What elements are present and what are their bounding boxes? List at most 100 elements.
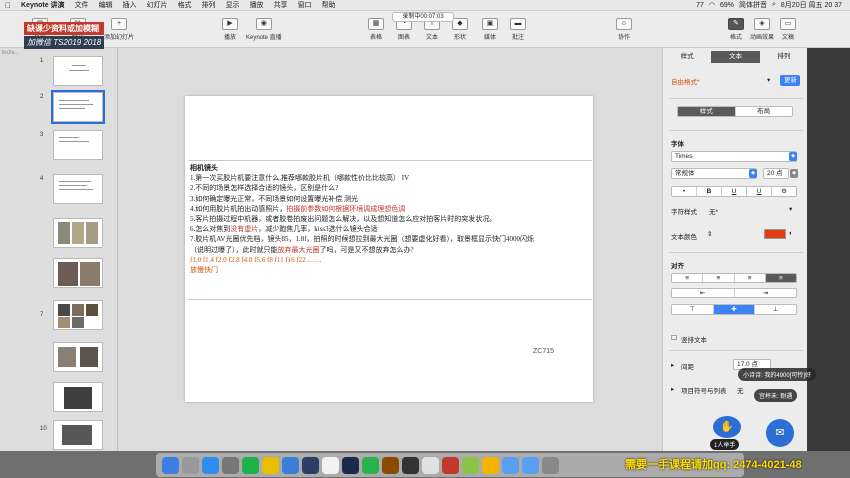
chrome-icon[interactable] [422, 456, 439, 474]
safari-icon[interactable] [282, 456, 299, 474]
slide-thumbnail-selected[interactable] [51, 90, 105, 124]
tab-style[interactable]: 样式 [663, 51, 711, 63]
finder-icon[interactable] [162, 456, 179, 474]
menu-help[interactable]: 帮助 [317, 0, 341, 10]
font-family-select[interactable]: Times [671, 151, 797, 162]
raise-hand-icon[interactable]: ✋ [713, 416, 741, 438]
search-icon[interactable]: ⌕ [772, 1, 776, 9]
font-weight-select[interactable]: 常规体 [671, 168, 757, 179]
menu-app-name[interactable]: Keynote 讲演 [16, 0, 70, 10]
slide-thumbnail[interactable] [53, 218, 103, 248]
disclosure-icon[interactable]: ▸ [671, 385, 674, 393]
menu-play[interactable]: 播放 [245, 0, 269, 10]
justify-icon[interactable]: ≡ [765, 274, 796, 282]
slide-text-box[interactable]: 相机镜头 1.第一次买胶片机要注意什么,推荐哪款胶片机（哪款性价比比较高） IV… [188, 160, 592, 300]
datetime[interactable]: 8月20日 周五 20 37 [781, 0, 842, 10]
slide-thumbnail[interactable] [53, 56, 103, 86]
align-bottom-icon[interactable]: ⊥ [755, 305, 796, 314]
media-button[interactable]: ▣ 媒体 [482, 18, 498, 41]
slide-thumbnail[interactable] [53, 174, 103, 204]
vertical-text-checkbox[interactable]: ☐ [671, 334, 677, 342]
slide[interactable]: 相机镜头 1.第一次买胶片机要注意什么,推荐哪款胶片机（哪款性价比比较高） IV… [185, 96, 593, 402]
align-right-icon[interactable]: ≡ [735, 274, 766, 282]
slide-thumbnail[interactable] [53, 420, 103, 450]
paragraph-style[interactable]: 自由格式* [671, 76, 700, 86]
align-top-icon[interactable]: ⊤ [672, 305, 714, 314]
update-button[interactable]: 更新 [780, 75, 800, 86]
outdent-icon[interactable]: ⇤ [672, 289, 735, 297]
video-app-icon[interactable] [262, 456, 279, 474]
menu-format[interactable]: 格式 [173, 0, 197, 10]
format-button[interactable]: ✎ 格式 [728, 18, 744, 41]
document-button[interactable]: ▭ 文稿 [780, 18, 796, 41]
tab-text[interactable]: 文本 [711, 51, 760, 63]
menu-edit[interactable]: 编辑 [94, 0, 118, 10]
align-center-icon[interactable]: ≡ [703, 274, 735, 282]
wps-icon[interactable] [442, 456, 459, 474]
font-size-stepper[interactable]: ◆ [790, 169, 798, 178]
slide-thumbnail[interactable] [53, 382, 103, 412]
table-button[interactable]: ▦ 表格 [368, 18, 384, 41]
apple-icon[interactable]:  [0, 1, 16, 10]
chat-icon[interactable]: ✉ [766, 419, 794, 447]
app-icon[interactable] [462, 456, 479, 474]
font-family-stepper[interactable]: ◆ [789, 152, 797, 161]
disclosure-icon[interactable]: ▸ [671, 361, 674, 369]
slide-thumbnail[interactable] [53, 342, 103, 372]
menu-view[interactable]: 显示 [221, 0, 245, 10]
color-wheel-icon[interactable]: ◐ [789, 230, 793, 237]
menu-window[interactable]: 窗口 [293, 0, 317, 10]
animate-button[interactable]: ◈ 动画效果 [750, 18, 774, 41]
chevron-down-icon[interactable]: ▾ [789, 205, 792, 213]
trash-icon[interactable] [542, 456, 559, 474]
menu-insert[interactable]: 插入 [118, 0, 142, 10]
display-icon[interactable] [402, 456, 419, 474]
text-color-swatch[interactable] [764, 229, 786, 239]
slide-thumbnail[interactable] [53, 258, 103, 288]
chevron-down-icon[interactable]: ▾ [767, 76, 770, 84]
bridge-icon[interactable] [382, 456, 399, 474]
play-button[interactable]: ▶ 播放 [222, 18, 238, 41]
wifi-icon[interactable]: ◠ [709, 1, 715, 9]
keynote-live-button[interactable]: ◉ Keynote 直播 [246, 18, 282, 41]
menu-file[interactable]: 文件 [70, 0, 94, 10]
folder-icon[interactable] [522, 456, 539, 474]
gear-icon[interactable]: ⚙ [772, 187, 796, 196]
slide-thumbnail[interactable] [53, 300, 103, 330]
align-left-icon[interactable]: ≡ [672, 274, 704, 282]
lightroom-icon[interactable] [302, 456, 319, 474]
app-store-icon[interactable] [202, 456, 219, 474]
slide-thumbnail[interactable] [53, 130, 103, 160]
stepper-icon[interactable]: ⇕ [707, 230, 712, 238]
notification-badge[interactable]: 77 [696, 2, 704, 9]
launchpad-icon[interactable] [182, 456, 199, 474]
settings-icon[interactable] [222, 456, 239, 474]
photos-icon[interactable] [322, 456, 339, 474]
menu-arrange[interactable]: 排列 [197, 0, 221, 10]
char-style-value[interactable]: 无* [709, 206, 718, 216]
photoshop-icon[interactable] [342, 456, 359, 474]
font-weight-stepper[interactable]: ◆ [749, 169, 757, 178]
align-middle-icon[interactable]: ✚ [713, 305, 756, 314]
folder-icon[interactable] [502, 456, 519, 474]
comment-button[interactable]: ▬ 批注 [510, 18, 526, 41]
indent-icon[interactable]: ⇥ [735, 289, 797, 297]
shape-button[interactable]: ◆ 形状 [452, 18, 468, 41]
tab-arrange[interactable]: 排列 [760, 51, 807, 63]
add-slide-button[interactable]: + 添加幻灯片 [104, 18, 134, 41]
font-size-field[interactable]: 20 点 [763, 168, 789, 179]
menu-share[interactable]: 共享 [269, 0, 293, 10]
underline-button[interactable]: U [747, 187, 772, 196]
segment-style[interactable]: 样式 [678, 107, 736, 116]
more-icon[interactable]: • [672, 187, 697, 196]
input-method[interactable]: 简体拼音 [739, 0, 767, 10]
app-icon[interactable] [482, 456, 499, 474]
battery-level[interactable]: 69% [720, 2, 734, 9]
wechat-icon[interactable] [362, 456, 379, 474]
bold-button[interactable]: B [697, 187, 722, 196]
segment-layout[interactable]: 布局 [736, 107, 793, 116]
menu-slide[interactable]: 幻灯片 [142, 0, 173, 10]
bullets-value[interactable]: 无 [737, 385, 744, 395]
iqiyi-icon[interactable] [242, 456, 259, 474]
collaborate-button[interactable]: ☺ 协作 [616, 18, 632, 41]
